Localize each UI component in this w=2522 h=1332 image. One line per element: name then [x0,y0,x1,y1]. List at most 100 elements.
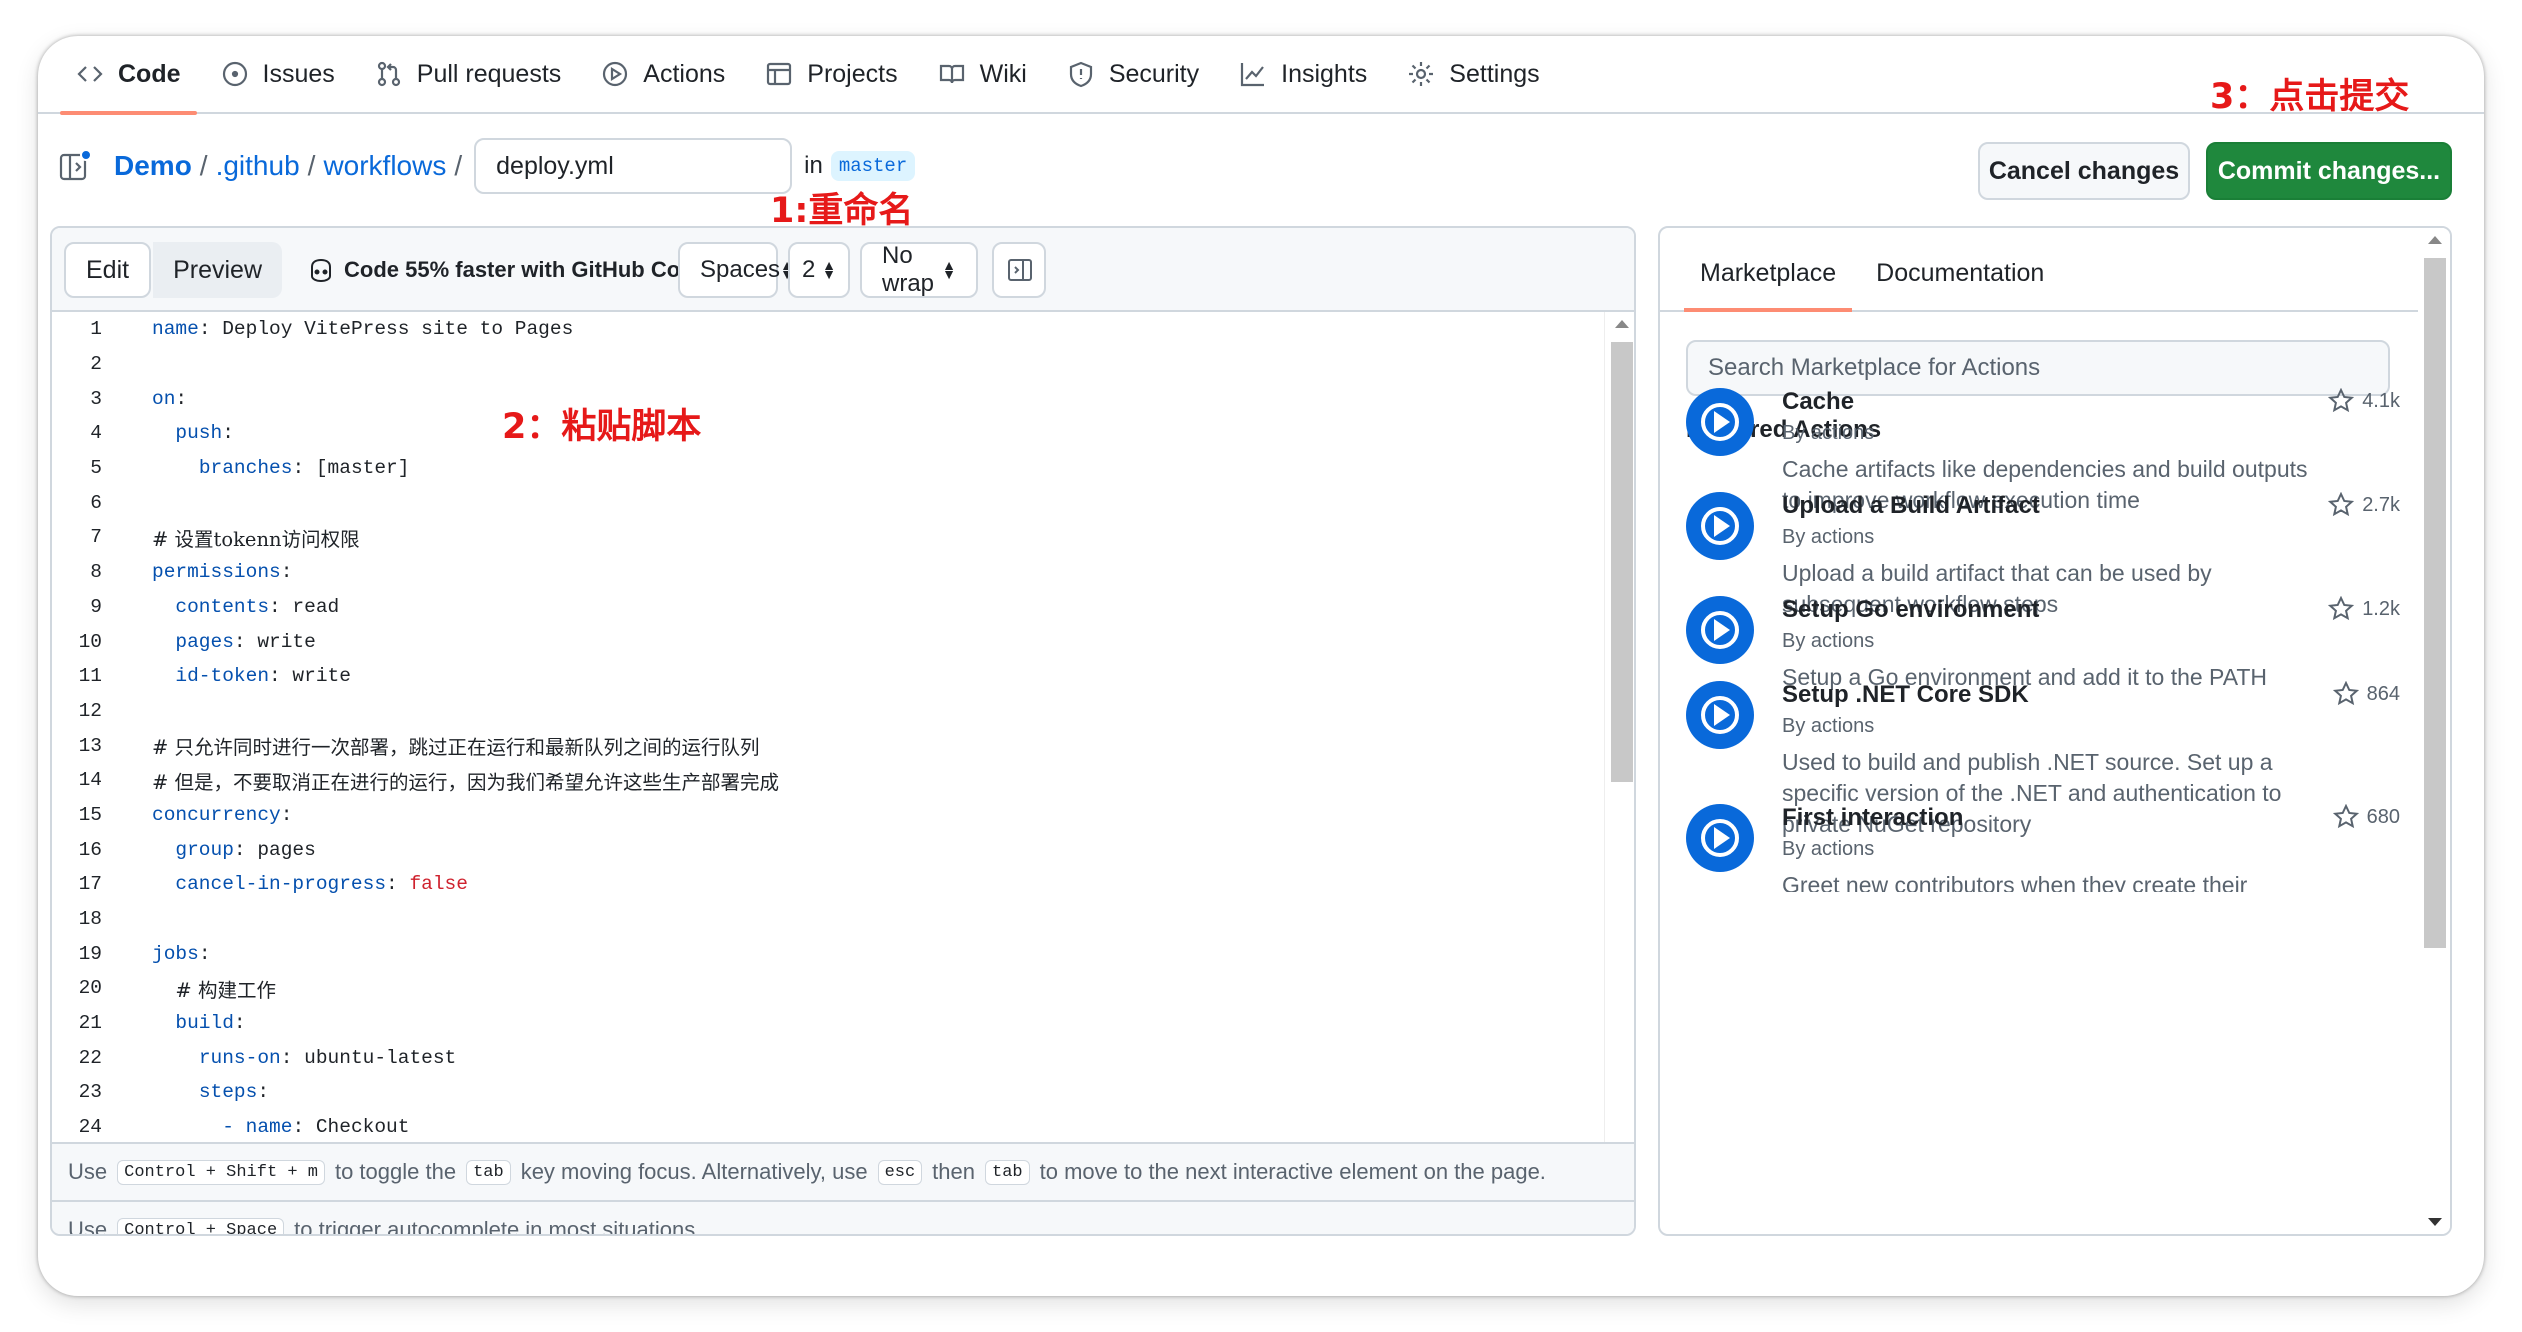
code-line: 2 [52,347,1604,382]
code-line: 10 pages: write [52,624,1604,659]
line-number: 17 [78,873,102,896]
star-icon [2328,388,2355,413]
line-text: # 但是，不要取消正在进行的运行，因为我们希望允许这些生产部署完成 [152,770,780,794]
tab-wiki[interactable]: Wiki [922,36,1043,113]
line-text: id-token: write [175,665,351,688]
action-name[interactable]: First interaction [1782,804,1963,832]
code-line: 14 # 但是，不要取消正在进行的运行，因为我们希望允许这些生产部署完成 [52,763,1604,798]
action-name[interactable]: Setup .NET Core SDK [1782,681,2029,709]
action-author: By actions [1782,526,1875,548]
breadcrumb-repo[interactable]: Demo [114,150,192,182]
star-icon [2332,804,2359,829]
graph-icon [1241,63,1265,87]
cancel-changes-button[interactable]: Cancel changes [1978,142,2190,200]
code-line: 17 cancel-in-progress: false [52,867,1604,902]
sidebar-toggle-icon[interactable] [58,149,92,183]
branch-badge: master [830,151,916,181]
code-line: 19 jobs: [52,936,1604,971]
editor-window: Code Issues Pull requests Actions Projec… [38,36,2484,1296]
in-label: in [804,152,823,179]
scroll-up-arrow[interactable] [2428,236,2442,244]
side-panel-icon [1008,259,1032,281]
tab-issues[interactable]: Issues [205,36,351,113]
code-line: 12 [52,694,1604,729]
line-number: 15 [78,803,102,826]
action-author: By actions [1782,630,1875,652]
action-author: By actions [1782,838,1875,860]
filename-input[interactable] [474,138,793,194]
action-stars: 1.2k [2328,596,2400,622]
line-number: 16 [78,838,102,861]
line-text: steps: [198,1081,270,1104]
action-name[interactable]: Upload a Build Artifact [1782,492,2040,520]
line-text: # 设置tokenn访问权限 [152,527,360,551]
indent-mode-select[interactable]: Spaces ▲ ▼ [678,242,794,298]
code-line: 21 build: [52,1006,1604,1041]
line-number: 14 [78,769,102,792]
action-stars: 680 [2332,804,2400,830]
tab-security[interactable]: Security [1051,36,1215,113]
tab-pull-requests[interactable]: Pull requests [359,36,578,113]
tab-documentation[interactable]: Documentation [1860,259,2060,310]
code-area[interactable]: 1 name: Deploy VitePress site to Pages 2 3 o… [52,312,1604,1142]
updown-icon: ▲ ▼ [822,257,836,282]
line-number: 6 [90,491,102,514]
line-number: 13 [78,734,102,757]
code-line: 22 runs-on: ubuntu-latest [52,1040,1604,1075]
scrollbar-thumb[interactable] [1611,342,1633,782]
tab-insights[interactable]: Insights [1223,36,1383,113]
line-text: permissions: [152,561,293,584]
code-line: 20 # 构建工作 [52,971,1604,1006]
action-author: By actions [1782,422,1875,444]
action-play-icon [1686,388,1754,456]
panel-toggle-button[interactable] [992,242,1046,298]
action-play-icon [1686,492,1754,560]
scrollbar-thumb[interactable] [2424,258,2446,948]
repo-nav: Code Issues Pull requests Actions Projec… [38,36,2484,115]
issue-icon [222,61,247,87]
code-line: 9 contents: read [52,590,1604,625]
line-text: build: [175,1012,246,1035]
pull-request-icon [377,61,400,87]
tab-edit[interactable]: Edit [64,242,152,298]
code-line: 18 [52,902,1604,937]
tab-code[interactable]: Code [60,36,197,115]
line-number: 1 [90,318,102,341]
code-line: 23 steps: [52,1075,1604,1110]
tab-projects[interactable]: Projects [749,36,913,113]
copilot-icon [311,258,331,283]
copilot-promo[interactable]: Code 55% faster with GitHub Copilot [306,242,727,298]
line-text: cancel-in-progress: false [175,873,468,896]
line-text: group: pages [175,838,316,861]
line-number: 23 [78,1081,102,1104]
tab-actions[interactable]: Actions [585,36,741,113]
breadcrumb-workflows-dir[interactable]: workflows [323,150,446,182]
line-text: jobs: [152,942,211,965]
tab-settings[interactable]: Settings [1391,36,1555,113]
action-stars: 864 [2332,681,2400,707]
action-play-icon [1686,681,1754,749]
line-text: push: [175,422,234,445]
breadcrumb-github-dir[interactable]: .github [216,150,300,182]
commit-changes-button[interactable]: Commit changes... [2206,142,2452,200]
panel-scrollbar[interactable] [2418,228,2450,1234]
tab-marketplace[interactable]: Marketplace [1684,259,1853,312]
line-text: pages: write [175,630,316,653]
action-name[interactable]: Cache [1782,388,1854,416]
code-line: 3 on: [52,381,1604,416]
code-line: 16 group: pages [52,832,1604,867]
editor-scrollbar[interactable] [1604,312,1634,1142]
tab-preview[interactable]: Preview [153,242,283,298]
wrap-mode-select[interactable]: No wrap ▲ ▼ [860,242,978,298]
line-number: 21 [78,1012,102,1035]
action-name[interactable]: Setup Go environment [1782,596,2039,624]
scroll-up-arrow[interactable] [1615,320,1629,328]
line-number: 12 [78,699,102,722]
line-text: branches: [master] [198,457,410,480]
code-line: 8 permissions: [52,555,1604,590]
indent-size-select[interactable]: 2 ▲ ▼ [788,242,850,298]
code-line: 11 id-token: write [52,659,1604,694]
marketplace-panel: Marketplace Documentation Search Marketp… [1658,226,2452,1236]
scroll-down-arrow[interactable] [2428,1218,2442,1226]
line-number: 9 [90,595,102,618]
